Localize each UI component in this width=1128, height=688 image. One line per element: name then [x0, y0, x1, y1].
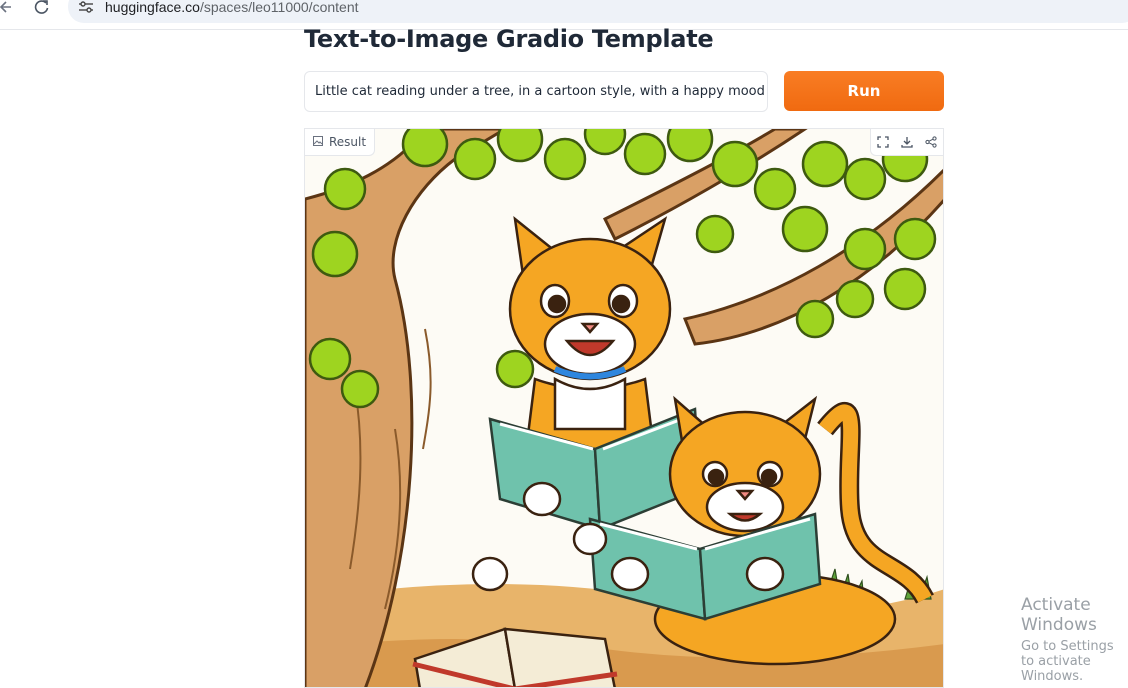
download-icon[interactable] [895, 129, 919, 155]
url-text: huggingface.co/spaces/leo11000/content [105, 0, 359, 15]
prompt-input[interactable]: Little cat reading under a tree, in a ca… [304, 71, 768, 112]
result-label-text: Result [329, 135, 367, 149]
watermark-line2: Go to Settings to activate Windows. [1021, 639, 1114, 684]
image-icon [313, 135, 323, 149]
url-path: /spaces/leo11000/content [199, 0, 359, 15]
result-label: Result [305, 129, 376, 156]
site-settings-icon[interactable] [78, 0, 94, 14]
fullscreen-icon[interactable] [871, 129, 895, 155]
prompt-value: Little cat reading under a tree, in a ca… [315, 84, 765, 99]
result-image-panel: Result [304, 128, 944, 688]
back-arrow-icon[interactable] [0, 0, 12, 18]
watermark-line1: Activate Windows [1021, 595, 1097, 635]
run-button[interactable]: Run [784, 71, 944, 111]
url-host: huggingface.co [105, 0, 200, 15]
image-toolbar [870, 129, 943, 156]
page-title: Text-to-Image Gradio Template [304, 25, 714, 53]
generated-image [305, 129, 943, 687]
share-icon[interactable] [919, 129, 943, 155]
reload-icon[interactable] [34, 0, 50, 18]
address-bar[interactable]: huggingface.co/spaces/leo11000/content [68, 0, 1128, 23]
